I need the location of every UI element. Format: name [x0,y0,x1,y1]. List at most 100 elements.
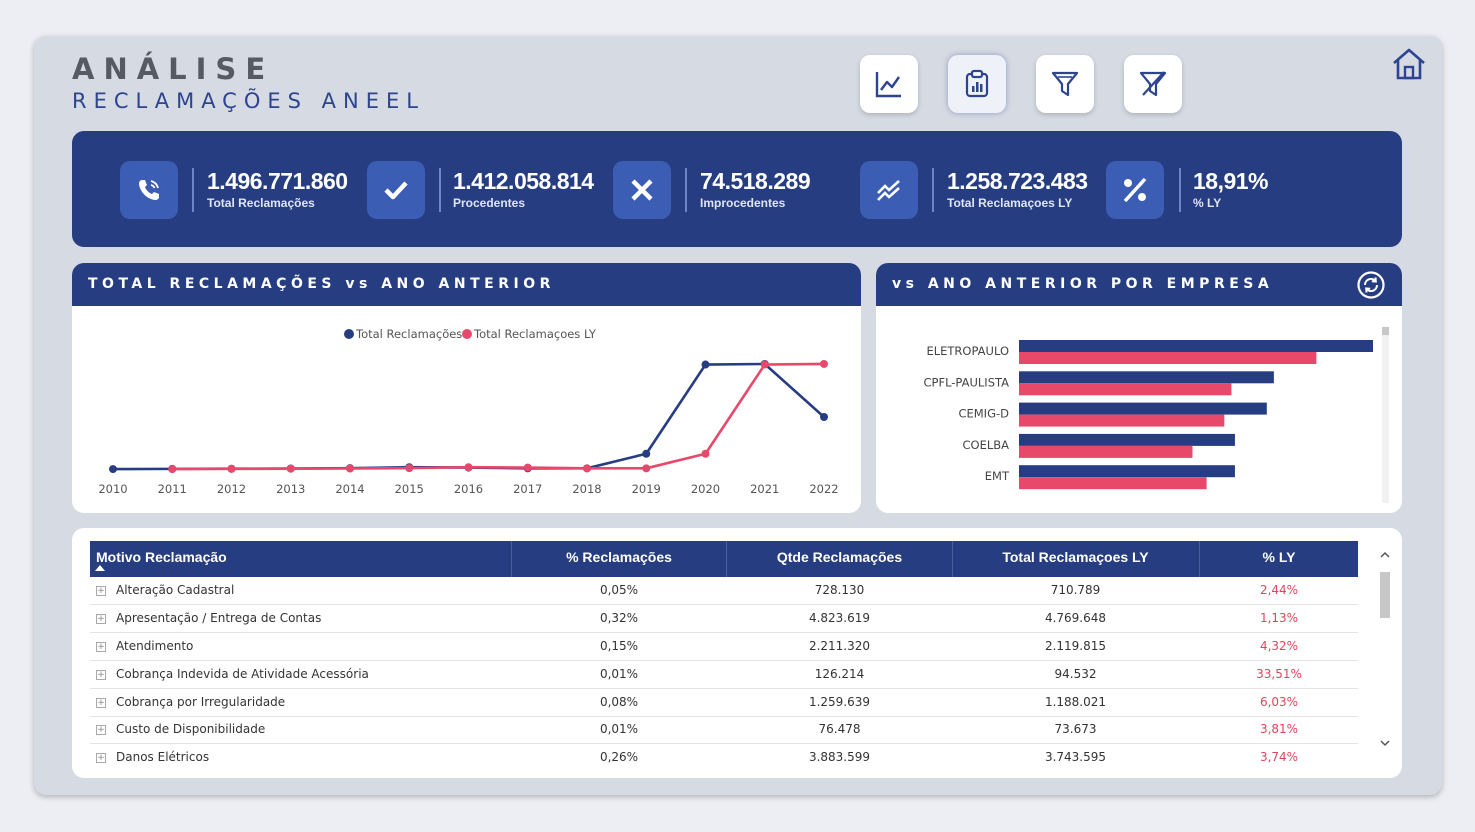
scroll-thumb[interactable] [1380,572,1390,618]
kpi-procedentes-value: 1.412.058.814 [453,168,594,194]
expand-icon[interactable]: + [96,670,106,680]
column-header-pct[interactable]: % Reclamações [512,541,726,577]
cell-pct: 0,15% [599,639,639,653]
table-row[interactable]: + Cobrança por Irregularidade 0,08% 1.25… [90,689,1358,717]
table-row[interactable]: + Apresentação / Entrega de Contas 0,32%… [90,605,1358,633]
cell-pct: 0,01% [599,722,639,736]
bar [1019,371,1274,384]
x-icon [631,179,653,201]
expand-icon[interactable]: + [96,725,106,735]
x-tick-label: 2017 [513,482,542,496]
kpi-divider [1179,168,1181,212]
column-header-ly[interactable]: Total Reclamaçoes LY [953,541,1198,577]
kpi-ly-label: Total Reclamaçoes LY [947,196,1073,210]
kpi-divider [192,168,194,212]
table-row[interactable]: + Atendimento 0,15% 2.211.320 2.119.815 … [90,633,1358,661]
cell-pct-ly: 33,51% [1256,667,1302,681]
kpi-icon-box-total [120,161,178,219]
x-tick-label: 2012 [217,482,246,496]
line-chart-card: TOTAL RECLAMAÇÕES vs ANO ANTERIOR Total … [72,263,861,513]
data-point [820,412,828,421]
data-point [405,464,414,473]
data-point [227,464,236,473]
table-row[interactable]: + Custo de Disponibilidade 0,01% 76.478 … [90,716,1358,744]
expand-icon[interactable]: + [96,642,106,652]
table-scrollbar[interactable] [1379,545,1391,757]
data-point [464,463,473,472]
bar [1019,383,1232,396]
cell-ly: 4.769.648 [1044,611,1107,625]
cell-qtde: 728.130 [814,583,865,597]
category-label: CEMIG-D [958,407,1009,421]
data-point [583,464,591,473]
bar-chart-card: vs ANO ANTERIOR POR EMPRESA ELETROPAULO C… [876,263,1402,513]
kpi-divider [685,168,687,212]
bar-chart-header: vs ANO ANTERIOR POR EMPRESA [876,263,1402,306]
data-point [820,359,828,368]
scroll-down-icon[interactable] [1379,738,1391,748]
kpi-total-value: 1.496.771.860 [207,168,348,194]
x-tick-label: 2019 [632,482,661,496]
x-tick-label: 2014 [335,482,364,496]
bar-chart-scrollbar[interactable] [1382,327,1389,503]
cell-qtde: 4.823.619 [808,611,871,625]
expand-icon[interactable]: + [96,698,106,708]
sort-ascending-icon[interactable] [95,565,105,571]
cell-pct: 0,01% [599,667,639,681]
bar [1019,433,1235,446]
cell-ly: 94.532 [1054,667,1097,681]
check-icon [384,181,408,200]
bar [1019,402,1267,415]
nav-line-chart-button[interactable] [860,55,918,113]
data-point [286,464,295,473]
expand-icon[interactable]: + [96,586,106,596]
column-header-pct-ly[interactable]: % LY [1200,541,1358,577]
cell-pct: 0,26% [599,750,639,764]
bar [1019,340,1373,352]
category-label: COELBA [962,438,1009,452]
nav-report-button[interactable] [948,55,1006,113]
table-row[interactable]: + Cobrança Indevida de Atividade Acessór… [90,661,1358,689]
x-tick-label: 2021 [750,482,779,496]
cell-pct-ly: 4,32% [1259,639,1299,653]
table-row[interactable]: + Danos Elétricos 0,26% 3.883.599 3.743.… [90,744,1358,772]
nav-clear-filter-button[interactable] [1124,55,1182,113]
cell-ly: 73.673 [1054,722,1097,736]
x-tick-label: 2011 [158,482,187,496]
x-tick-label: 2016 [454,482,483,496]
kpi-pct-value: 18,91% [1193,168,1269,194]
data-point [701,360,710,369]
column-header-motivo[interactable]: Motivo Reclamação [96,541,227,577]
refresh-icon[interactable] [1356,270,1386,300]
kpi-icon-box-ly [860,161,918,219]
cell-ly: 710.789 [1050,583,1101,597]
cell-ly: 3.743.595 [1044,750,1107,764]
nav-filter-button[interactable] [1036,55,1094,113]
cell-motivo: Custo de Disponibilidade [116,722,266,736]
data-point [760,360,769,369]
data-point [642,464,651,473]
legend-label: Total Reclamações [355,327,462,341]
cell-qtde: 1.259.639 [808,695,871,709]
cell-motivo: Alteração Cadastral [116,583,235,597]
data-point [642,449,651,458]
kpi-improcedentes-label: Improcedentes [700,196,786,210]
table-row[interactable]: + Alteração Cadastral 0,05% 728.130 710.… [90,577,1358,605]
line-chart[interactable]: Total Reclamações Total Reclamaçoes LY 201… [72,306,861,513]
percent-icon [1123,177,1147,203]
cell-qtde: 126.214 [814,667,865,681]
scroll-up-icon[interactable] [1379,550,1391,560]
trend-icon [877,180,900,201]
cell-motivo: Atendimento [116,639,194,653]
line-chart-title: TOTAL RECLAMAÇÕES vs ANO ANTERIOR [88,276,555,292]
expand-icon[interactable]: + [96,753,106,763]
bar-chart[interactable]: ELETROPAULO CPFL-PAULISTA CEMIG-D COELBA EMT [876,306,1402,513]
expand-icon[interactable]: + [96,614,106,624]
x-tick-label: 2022 [809,482,838,496]
cell-motivo: Cobrança Indevida de Atividade Acessória [116,667,369,681]
x-tick-label: 2018 [572,482,601,496]
cell-qtde: 2.211.320 [808,639,871,653]
x-tick-label: 2013 [276,482,305,496]
home-icon[interactable] [1390,46,1428,82]
column-header-qtde[interactable]: Qtde Reclamações [727,541,952,577]
